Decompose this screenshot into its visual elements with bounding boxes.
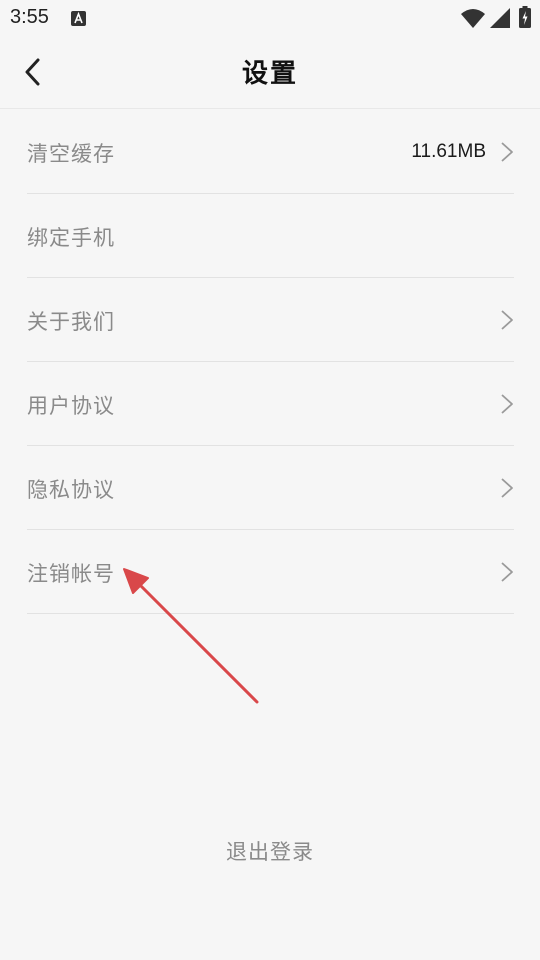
cache-size-value: 11.61MB — [411, 141, 486, 162]
settings-item-label: 注销帐号 — [27, 562, 115, 586]
status-time: 3:55 — [10, 6, 49, 28]
settings-item-label: 绑定手机 — [27, 226, 115, 250]
settings-item-bind-phone[interactable]: 绑定手机 — [27, 194, 514, 278]
status-bar: 3:55 — [0, 0, 540, 36]
settings-item-label: 关于我们 — [27, 310, 115, 334]
signal-icon — [490, 8, 510, 28]
settings-screen: 3:55 设置 清空缓存 11.61MB 绑定手机 关于我们 用户协议 隐私协议… — [0, 0, 540, 960]
chevron-right-icon — [501, 310, 513, 330]
settings-item-user-agreement[interactable]: 用户协议 — [27, 362, 514, 446]
settings-item-label: 用户协议 — [27, 394, 115, 418]
settings-item-clear-cache[interactable]: 清空缓存 11.61MB — [27, 110, 514, 194]
settings-list: 清空缓存 11.61MB 绑定手机 关于我们 用户协议 隐私协议 注销帐号 — [27, 110, 514, 614]
chevron-right-icon — [501, 394, 513, 414]
logout-button[interactable]: 退出登录 — [170, 830, 370, 874]
settings-item-privacy-policy[interactable]: 隐私协议 — [27, 446, 514, 530]
chevron-right-icon — [501, 142, 513, 162]
chevron-right-icon — [501, 478, 513, 498]
page-title: 设置 — [241, 59, 298, 89]
settings-item-label: 清空缓存 — [27, 142, 115, 166]
chevron-right-icon — [501, 562, 513, 582]
wifi-icon — [461, 9, 485, 28]
settings-item-label: 隐私协议 — [27, 478, 115, 502]
settings-item-about-us[interactable]: 关于我们 — [27, 278, 514, 362]
a-icon — [71, 11, 86, 26]
settings-item-delete-account[interactable]: 注销帐号 — [27, 530, 514, 614]
header: 设置 — [0, 36, 540, 109]
battery-icon — [519, 6, 531, 28]
